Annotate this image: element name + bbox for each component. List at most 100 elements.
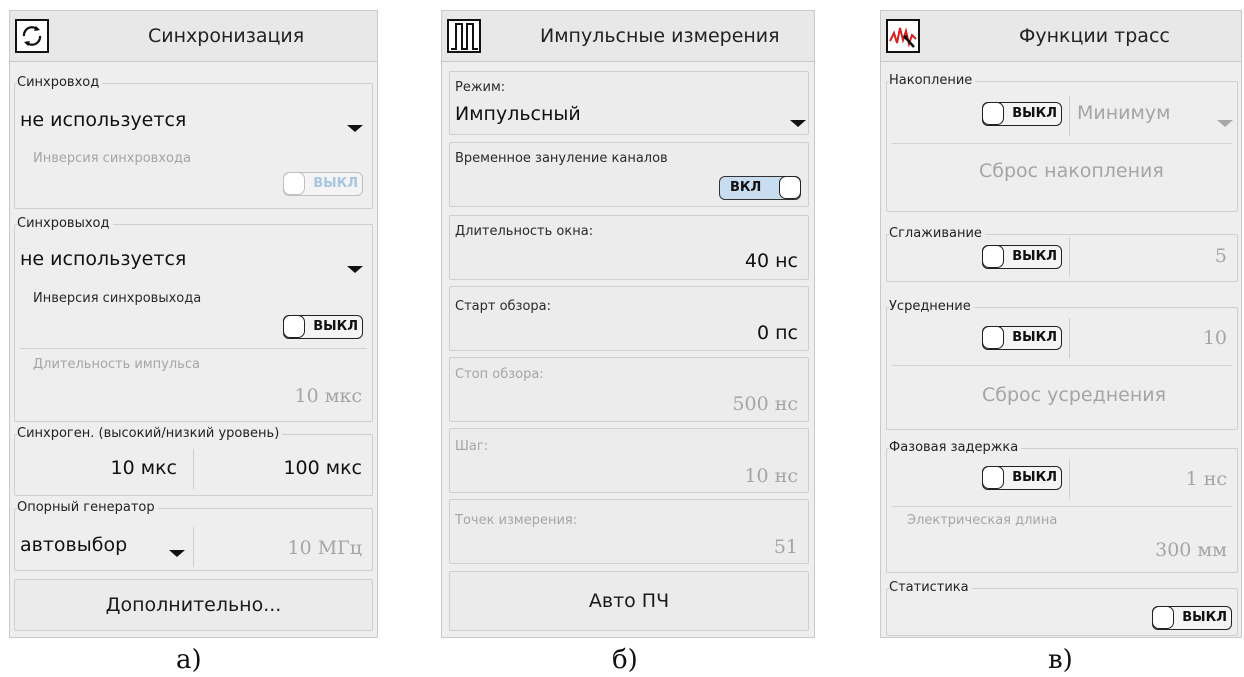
pulse-panel: Импульсные измерения Режим: Импульсный В…	[441, 10, 815, 638]
divider	[20, 348, 367, 349]
start-value[interactable]: 0 пс	[757, 322, 798, 344]
auto-if-button[interactable]: Авто ПЧ	[449, 571, 809, 631]
pulse-header: Импульсные измерения	[442, 11, 814, 62]
caption-a: а)	[176, 645, 202, 675]
toggle-knob	[1152, 606, 1174, 629]
pulse-duration-value[interactable]: 10 мкс	[294, 385, 362, 407]
toggle-knob	[982, 102, 1004, 125]
chevron-down-icon[interactable]	[790, 120, 806, 127]
ref-gen-group: Опорный генератор автовыбор 10 МГц	[14, 500, 373, 571]
sync-title: Синхронизация	[148, 25, 305, 47]
phase-value[interactable]: 1 нс	[1186, 468, 1227, 490]
sync-panel: Синхронизация Синхровход не используется…	[9, 10, 378, 638]
smooth-label: Сглаживание	[889, 226, 985, 242]
toggle-knob	[283, 315, 305, 338]
sync-header: Синхронизация	[10, 11, 377, 62]
divider	[1069, 237, 1070, 277]
toggle-state-label: ВКЛ	[730, 180, 762, 195]
avg-group: Усреднение ВЫКЛ 10 Сброс усреднения	[886, 299, 1238, 430]
points-box: Точек измерения: 51	[449, 499, 809, 564]
toggle-knob	[982, 466, 1004, 489]
ref-gen-select[interactable]: автовыбор	[20, 534, 127, 556]
elec-length-label: Электрическая длина	[907, 513, 1058, 528]
sync-output-select[interactable]: не используется	[20, 248, 186, 270]
sync-input-inversion-label: Инверсия синхровхода	[33, 151, 191, 166]
accum-reset-button[interactable]: Сброс накопления	[979, 160, 1164, 182]
sync-output-group: Синхровыход не используется Инверсия син…	[14, 216, 373, 422]
sync-gen-high-value[interactable]: 10 мкс	[111, 457, 177, 479]
sync-gen-low-value[interactable]: 100 мкс	[283, 457, 362, 479]
toggle-knob	[982, 245, 1004, 268]
avg-reset-button[interactable]: Сброс усреднения	[982, 384, 1166, 406]
toggle-knob	[283, 172, 305, 195]
stats-toggle[interactable]: ВЫКЛ	[1152, 606, 1232, 630]
toggle-state-label: ВЫКЛ	[1012, 106, 1057, 121]
accum-mode-select[interactable]: Минимум	[1077, 102, 1170, 124]
pulse-duration-label: Длительность импульса	[33, 357, 200, 372]
more-button[interactable]: Дополнительно...	[14, 579, 373, 631]
chevron-down-icon[interactable]	[347, 266, 363, 273]
mode-box[interactable]: Режим: Импульсный	[449, 71, 809, 135]
elec-length-value[interactable]: 300 мм	[1155, 539, 1227, 561]
accum-toggle[interactable]: ВЫКЛ	[982, 102, 1062, 126]
pulse-title: Импульсные измерения	[540, 25, 780, 47]
divider	[892, 365, 1232, 366]
sync-input-inversion-toggle[interactable]: ВЫКЛ	[283, 172, 363, 196]
chevron-down-icon[interactable]	[1217, 120, 1233, 127]
stop-label: Стоп обзора:	[455, 367, 544, 382]
stop-box: Стоп обзора: 500 нс	[449, 357, 809, 422]
step-value[interactable]: 10 нс	[744, 465, 798, 487]
divider	[1069, 96, 1070, 136]
divider	[1069, 318, 1070, 358]
trace-title: Функции трасс	[1019, 25, 1170, 47]
ref-gen-frequency: 10 МГц	[287, 537, 362, 559]
toggle-state-label: ВЫКЛ	[1012, 330, 1057, 345]
sync-output-label: Синхровыход	[17, 216, 113, 232]
toggle-state-label: ВЫКЛ	[313, 176, 358, 191]
phase-group: Фазовая задержка ВЫКЛ 1 нс Электрическая…	[886, 440, 1238, 573]
toggle-state-label: ВЫКЛ	[313, 319, 358, 334]
toggle-state-label: ВЫКЛ	[1182, 610, 1227, 625]
auto-if-button-label: Авто ПЧ	[588, 590, 670, 612]
divider	[1069, 459, 1070, 499]
stats-label: Статистика	[889, 580, 972, 596]
sync-output-inversion-toggle[interactable]: ВЫКЛ	[283, 315, 363, 339]
chevron-down-icon[interactable]	[347, 125, 363, 132]
zeroing-box: Временное зануление каналов ВКЛ	[449, 142, 809, 207]
pulse-icon	[447, 19, 481, 53]
smooth-value[interactable]: 5	[1215, 245, 1227, 267]
stats-group: Статистика ВЫКЛ	[886, 580, 1238, 636]
trace-signal-icon	[886, 19, 920, 53]
start-label: Старт обзора:	[455, 299, 552, 314]
more-button-label: Дополнительно...	[105, 594, 282, 616]
caption-c: в)	[1048, 645, 1073, 675]
avg-value[interactable]: 10	[1203, 327, 1227, 349]
divider	[892, 143, 1232, 144]
stop-value[interactable]: 500 нс	[732, 393, 798, 415]
zeroing-toggle[interactable]: ВКЛ	[719, 176, 801, 200]
step-box: Шаг: 10 нс	[449, 428, 809, 493]
window-label: Длительность окна:	[455, 224, 594, 239]
sync-input-group: Синхровход не используется Инверсия синх…	[14, 75, 373, 209]
sync-input-select[interactable]: не используется	[20, 109, 186, 131]
toggle-state-label: ВЫКЛ	[1012, 249, 1057, 264]
phase-label: Фазовая задержка	[889, 440, 1022, 456]
chevron-down-icon[interactable]	[169, 550, 185, 557]
phase-toggle[interactable]: ВЫКЛ	[982, 466, 1062, 490]
refresh-icon	[15, 19, 49, 53]
sync-output-inversion-label: Инверсия синхровыхода	[33, 291, 202, 306]
sync-gen-label: Синхроген. (высокий/низкий уровень)	[17, 426, 283, 442]
mode-select[interactable]: Импульсный	[455, 103, 581, 125]
divider	[193, 449, 194, 489]
smooth-toggle[interactable]: ВЫКЛ	[982, 245, 1062, 269]
sync-input-label: Синхровход	[17, 75, 103, 91]
zeroing-label: Временное зануление каналов	[455, 151, 668, 166]
accum-group: Накопление ВЫКЛ Минимум Сброс накопления	[886, 73, 1238, 212]
points-value[interactable]: 51	[774, 536, 798, 558]
toggle-knob	[779, 176, 801, 199]
trace-header: Функции трасс	[881, 11, 1241, 62]
avg-toggle[interactable]: ВЫКЛ	[982, 326, 1062, 350]
accum-label: Накопление	[889, 73, 976, 89]
start-box: Старт обзора: 0 пс	[449, 286, 809, 351]
window-value[interactable]: 40 нс	[745, 250, 798, 272]
